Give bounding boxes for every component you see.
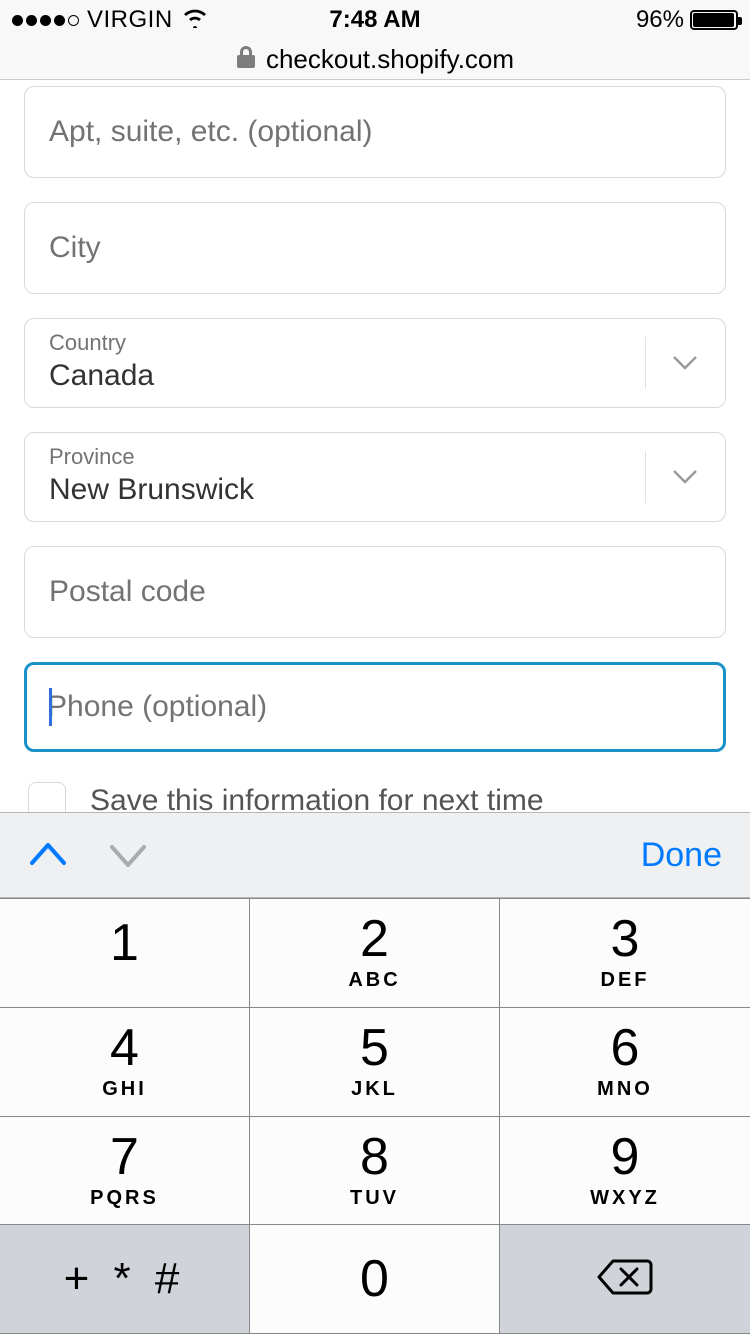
key-8[interactable]: 8TUV [250, 1117, 500, 1226]
apt-input[interactable] [25, 87, 725, 177]
chevron-down-icon [645, 319, 725, 407]
country-select[interactable]: Country Canada [24, 318, 726, 408]
next-field-button[interactable] [108, 835, 148, 875]
url-text: checkout.shopify.com [266, 44, 514, 75]
province-value: New Brunswick [49, 472, 701, 508]
lock-icon [236, 45, 256, 75]
key-7[interactable]: 7PQRS [0, 1117, 250, 1226]
key-6[interactable]: 6MNO [500, 1008, 750, 1117]
key-0[interactable]: 0 [250, 1225, 500, 1334]
chevron-down-icon [645, 433, 725, 521]
province-label: Province [49, 446, 701, 468]
phone-field[interactable]: Phone (optional) [24, 662, 726, 752]
keyboard-accessory-bar: Done [0, 812, 750, 898]
text-cursor [49, 688, 52, 726]
wifi-icon [181, 6, 209, 35]
checkout-form: Country Canada Province New Brunswick Ph… [0, 86, 750, 820]
key-9[interactable]: 9WXYZ [500, 1117, 750, 1226]
city-input[interactable] [25, 203, 725, 293]
postal-code-field[interactable] [24, 546, 726, 638]
country-value: Canada [49, 358, 701, 394]
city-field[interactable] [24, 202, 726, 294]
key-2[interactable]: 2ABC [250, 899, 500, 1008]
clock: 7:48 AM [329, 6, 420, 34]
key-5[interactable]: 5JKL [250, 1008, 500, 1117]
battery-icon [690, 10, 738, 30]
country-label: Country [49, 332, 701, 354]
status-left: VIRGIN [12, 6, 209, 35]
key-backspace[interactable] [500, 1225, 750, 1334]
signal-strength-icon [12, 15, 79, 26]
key-3[interactable]: 3DEF [500, 899, 750, 1008]
phone-placeholder: Phone (optional) [47, 690, 267, 724]
status-bar: VIRGIN 7:48 AM 96% [0, 0, 750, 40]
key-1[interactable]: 1 [0, 899, 250, 1008]
postal-code-input[interactable] [25, 547, 725, 637]
apt-field[interactable] [24, 86, 726, 178]
key-4[interactable]: 4GHI [0, 1008, 250, 1117]
carrier-label: VIRGIN [87, 6, 173, 34]
status-right: 96% [636, 6, 738, 34]
prev-field-button[interactable] [28, 835, 68, 875]
battery-percentage: 96% [636, 6, 684, 34]
numeric-keypad: 1 2ABC 3DEF 4GHI 5JKL 6MNO 7PQRS 8TUV 9W… [0, 898, 750, 1334]
done-button[interactable]: Done [641, 836, 722, 875]
key-symbols[interactable]: + * # [0, 1225, 250, 1334]
province-select[interactable]: Province New Brunswick [24, 432, 726, 522]
backspace-icon [595, 1257, 655, 1302]
browser-url-bar[interactable]: checkout.shopify.com [0, 40, 750, 80]
